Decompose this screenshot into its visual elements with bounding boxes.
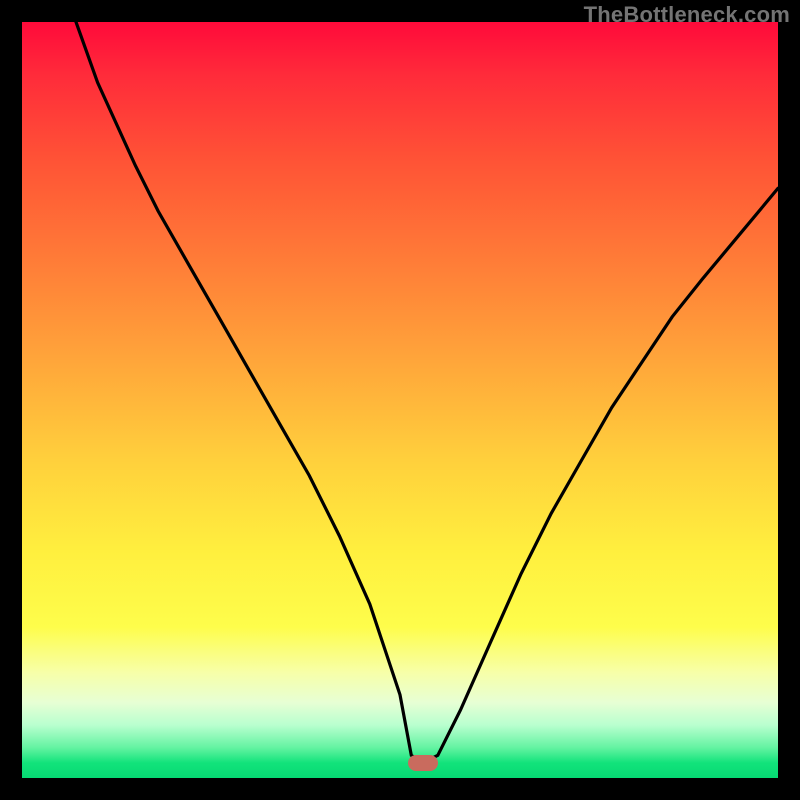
optimal-marker <box>408 755 438 771</box>
chart-frame: TheBottleneck.com <box>0 0 800 800</box>
watermark-text: TheBottleneck.com <box>584 2 790 28</box>
curve-path <box>22 22 778 763</box>
plot-area <box>22 22 778 778</box>
bottleneck-curve <box>22 22 778 778</box>
